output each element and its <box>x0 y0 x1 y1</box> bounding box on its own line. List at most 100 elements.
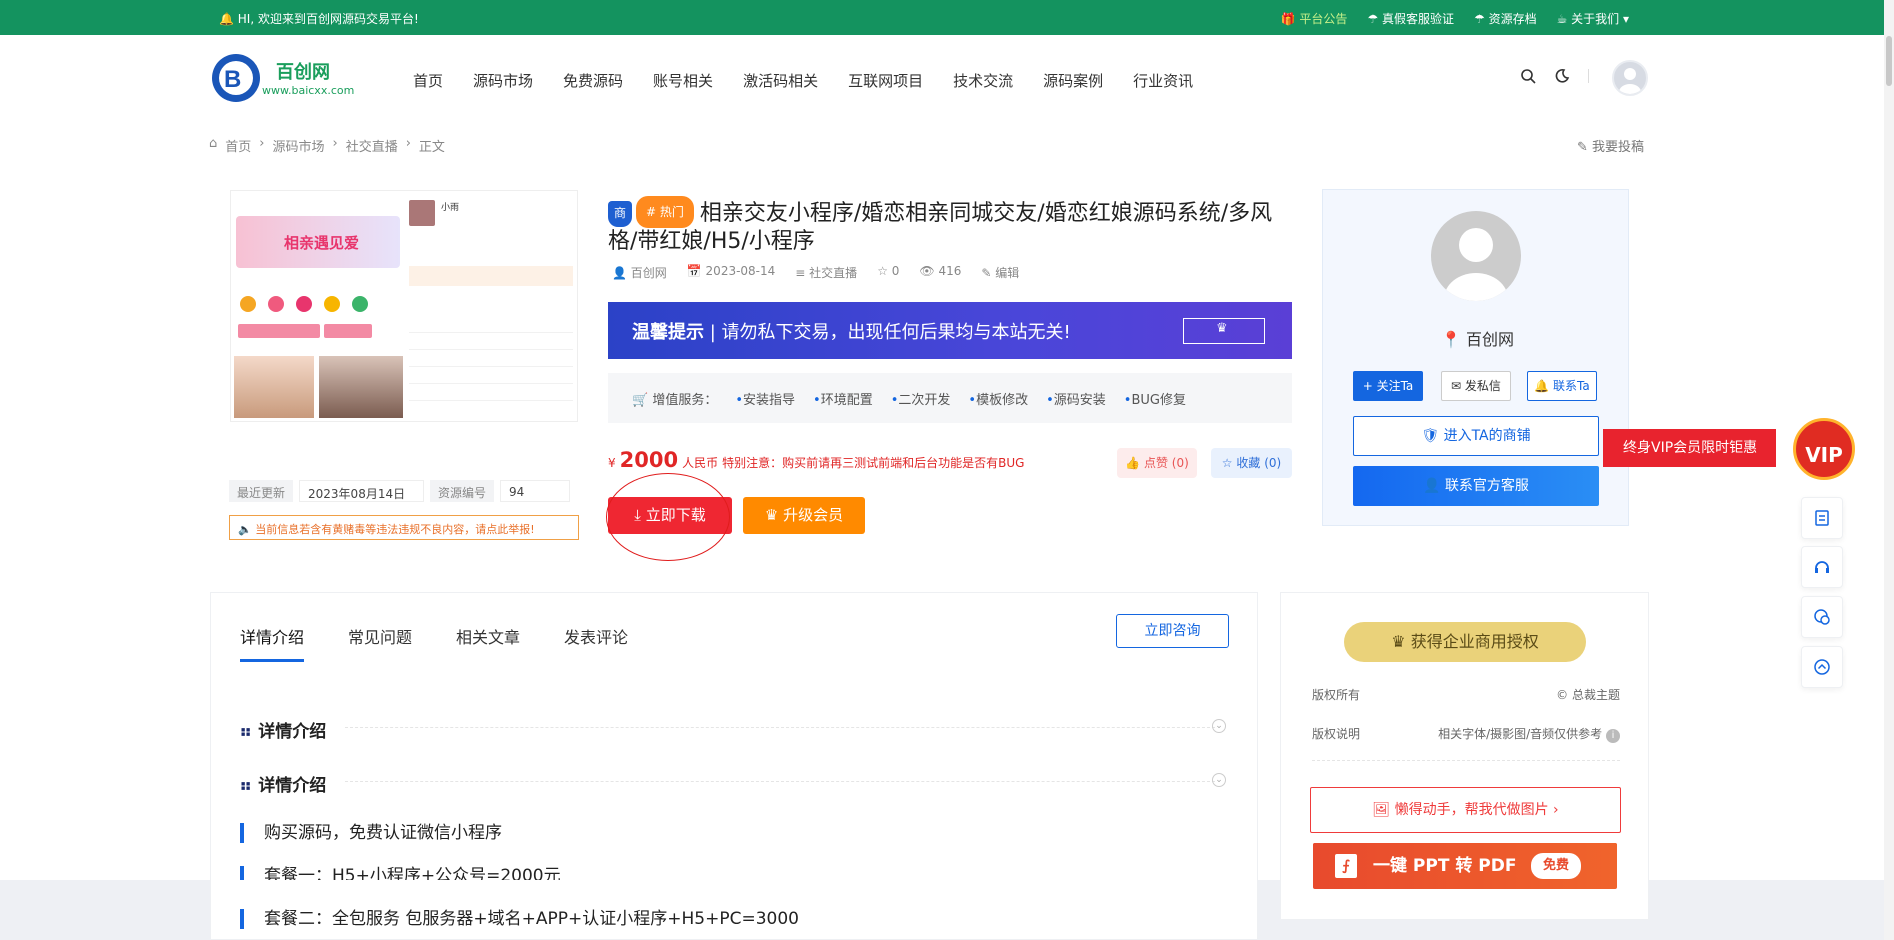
nav-internet[interactable]: 互联网项目 <box>848 70 923 91</box>
tip-crown-button[interactable]: ♛ <box>1183 318 1265 344</box>
vip-promo-banner[interactable]: 终身VIP会员限时钜惠 <box>1603 429 1776 467</box>
like-label: 点赞 (0) <box>1143 456 1189 470</box>
breadcrumb-market[interactable]: 源码市场 <box>272 136 324 155</box>
upgrade-label: 升级会员 <box>783 506 844 524</box>
breadcrumb-category[interactable]: 社交直播 <box>346 136 398 155</box>
post-author[interactable]: 👤 百创网 <box>612 264 667 281</box>
copyright-label: 版权所有 <box>1312 688 1361 702</box>
collapse-icon[interactable]: ⌄ <box>1212 719 1226 733</box>
collapse-icon[interactable]: ⌄ <box>1212 773 1226 787</box>
user-avatar[interactable] <box>1612 60 1648 96</box>
post-date-value: 2023-08-14 <box>705 264 776 278</box>
ppt-to-pdf-ad-overlay[interactable]: ⨍ 一键 PPT 转 PDF 免费 <box>1313 843 1617 889</box>
search-icon[interactable] <box>1520 68 1536 84</box>
upgrade-button[interactable]: ♛ 升级会员 <box>743 497 865 534</box>
official-support-label: 联系官方客服 <box>1444 478 1529 494</box>
follow-button[interactable]: + 关注Ta <box>1353 371 1423 401</box>
post-edit[interactable]: ✎ 编辑 <box>981 264 1019 281</box>
author-avatar[interactable] <box>1431 211 1521 301</box>
nav-free[interactable]: 免费源码 <box>563 70 623 91</box>
logo-icon: B <box>212 54 260 102</box>
logo-url: www.baicxx.com <box>262 84 355 97</box>
tab-faq[interactable]: 常见问题 <box>348 624 412 648</box>
top-link-archive[interactable]: ☂ 资源存档 <box>1474 10 1537 27</box>
design-service-ad[interactable]: 🖼 懒得动手，帮我代做图片 › <box>1310 787 1621 833</box>
like-button[interactable]: 👍 点赞 (0) <box>1117 448 1197 478</box>
tab-related[interactable]: 相关文章 <box>456 624 520 648</box>
official-support-button[interactable]: 👤 联系官方客服 <box>1353 466 1599 506</box>
post-category[interactable]: ≡ 社交直播 <box>795 264 857 281</box>
svg-text:B: B <box>224 66 241 93</box>
resource-meta: 最近更新 2023年08月14日 资源编号 94 <box>229 480 571 502</box>
scrollbar-track[interactable] <box>1884 0 1894 940</box>
side-support-button[interactable] <box>1801 546 1843 588</box>
report-link[interactable]: 🔈 当前信息若含有黄赌毒等违法违规不良内容，请点此举报! <box>229 515 579 540</box>
id-label: 资源编号 <box>430 480 495 502</box>
nav-tech[interactable]: 技术交流 <box>953 70 1013 91</box>
tab-details[interactable]: 详情介绍 <box>240 624 304 648</box>
message-label: 发私信 <box>1464 379 1501 393</box>
annotation-circle <box>606 473 730 561</box>
contact-button[interactable]: 🔔 联系Ta <box>1527 371 1597 401</box>
nav-home[interactable]: 首页 <box>413 70 443 91</box>
nav-accounts[interactable]: 账号相关 <box>653 70 713 91</box>
side-chat-button[interactable] <box>1801 596 1843 638</box>
info-icon[interactable]: i <box>1606 729 1620 743</box>
top-link-announcement[interactable]: 🎁 平台公告 <box>1281 10 1348 27</box>
card-divider <box>1312 760 1620 761</box>
breadcrumb: ⌂ 首页 › 源码市场 › 社交直播 › 正文 <box>209 136 445 155</box>
back-to-top-button[interactable] <box>1801 646 1843 688</box>
report-text: 当前信息若含有黄赌毒等违法违规不良内容，请点此举报! <box>255 523 535 536</box>
post-meta: 👤 百创网 📅 2023-08-14 ≡ 社交直播 ☆ 0 👁 416 ✎ 编辑 <box>612 264 1019 281</box>
nav-news[interactable]: 行业资讯 <box>1133 70 1193 91</box>
shop-button[interactable]: 🛡 进入TA的商铺 <box>1353 416 1599 456</box>
post-title-block: 商 # 热门 相亲交友小程序/婚恋相亲同城交友/婚恋红娘源码系统/多风格/带红娘/H… <box>608 196 1292 256</box>
update-label: 最近更新 <box>229 480 294 502</box>
contribute-label: 我要投稿 <box>1592 140 1645 155</box>
product-thumbnail[interactable]: 相亲遇见爱 小雨 <box>230 190 578 422</box>
nav-activation[interactable]: 激活码相关 <box>743 70 818 91</box>
service-label: 🛒 增值服务： <box>632 392 718 408</box>
megaphone-icon: 🔈 <box>238 523 252 536</box>
theme-toggle-icon[interactable] <box>1554 68 1570 84</box>
top-bar: 🔔 HI, 欢迎来到百创网源码交易平台! 🎁 平台公告 ☂ 真假客服验证 ☂ 资… <box>0 0 1894 35</box>
section-heading: ⠶ 详情介绍 <box>239 722 327 742</box>
hot-badge[interactable]: # 热门 <box>636 196 694 228</box>
breadcrumb-home[interactable]: 首页 <box>225 136 251 155</box>
site-logo[interactable]: B 百创网 www.baicxx.com <box>210 52 370 104</box>
top-link-verify[interactable]: ☂ 真假客服验证 <box>1367 10 1454 27</box>
service-item: •BUG修复 <box>1123 392 1186 408</box>
license-label: 获得企业商用授权 <box>1410 632 1539 651</box>
top-link-about[interactable]: ☕ 关于我们 ▾ <box>1557 10 1629 27</box>
tab-comment[interactable]: 发表评论 <box>564 624 628 648</box>
message-button[interactable]: ✉ 发私信 <box>1441 371 1511 401</box>
location-pin-icon: 📍 <box>1441 330 1461 349</box>
service-item: •安装指导 <box>735 392 796 408</box>
article-tabs: 详情介绍 常见问题 相关文章 发表评论 <box>240 624 628 648</box>
notes-icon <box>1815 510 1829 526</box>
vip-badge[interactable]: VIP <box>1793 418 1855 480</box>
nav-cases[interactable]: 源码案例 <box>1043 70 1103 91</box>
contribute-link[interactable]: ✎ 我要投稿 <box>1577 136 1644 155</box>
scrollbar-thumb[interactable] <box>1886 36 1892 86</box>
post-author-name: 百创网 <box>630 266 667 280</box>
nav-market[interactable]: 源码市场 <box>473 70 533 91</box>
consult-button[interactable]: 立即咨询 <box>1116 614 1229 648</box>
service-item: •二次开发 <box>890 392 951 408</box>
post-views-value: 416 <box>938 264 962 278</box>
pdf-icon: ⨍ <box>1335 854 1357 878</box>
section-divider <box>345 727 1215 728</box>
grid-icon: ⠶ <box>239 776 253 796</box>
article-paragraph: 套餐二：全包服务 包服务器+域名+APP+认证小程序+H5+PC=3000 <box>240 909 799 929</box>
chat-icon <box>1814 609 1830 625</box>
value-added-services: 🛒 增值服务： •安装指导 •环境配置 •二次开发 •模板修改 •源码安装 •B… <box>608 373 1292 423</box>
id-value: 94 <box>500 480 571 502</box>
license-button[interactable]: ♛ 获得企业商用授权 <box>1344 622 1586 662</box>
favorite-button[interactable]: ☆ 收藏 (0) <box>1211 448 1292 478</box>
main-nav: 首页 源码市场 免费源码 账号相关 激活码相关 互联网项目 技术交流 源码案例 … <box>413 70 1193 91</box>
grid-icon: ⠶ <box>239 722 253 742</box>
price: ¥ 2000 人民币 特别注意：购买前请再三测试前端和后台功能是否有BUG <box>608 448 1024 472</box>
merchant-badge: 商 <box>608 201 632 227</box>
side-notes-button[interactable] <box>1801 497 1843 539</box>
author-name: 百创网 <box>1466 330 1515 349</box>
